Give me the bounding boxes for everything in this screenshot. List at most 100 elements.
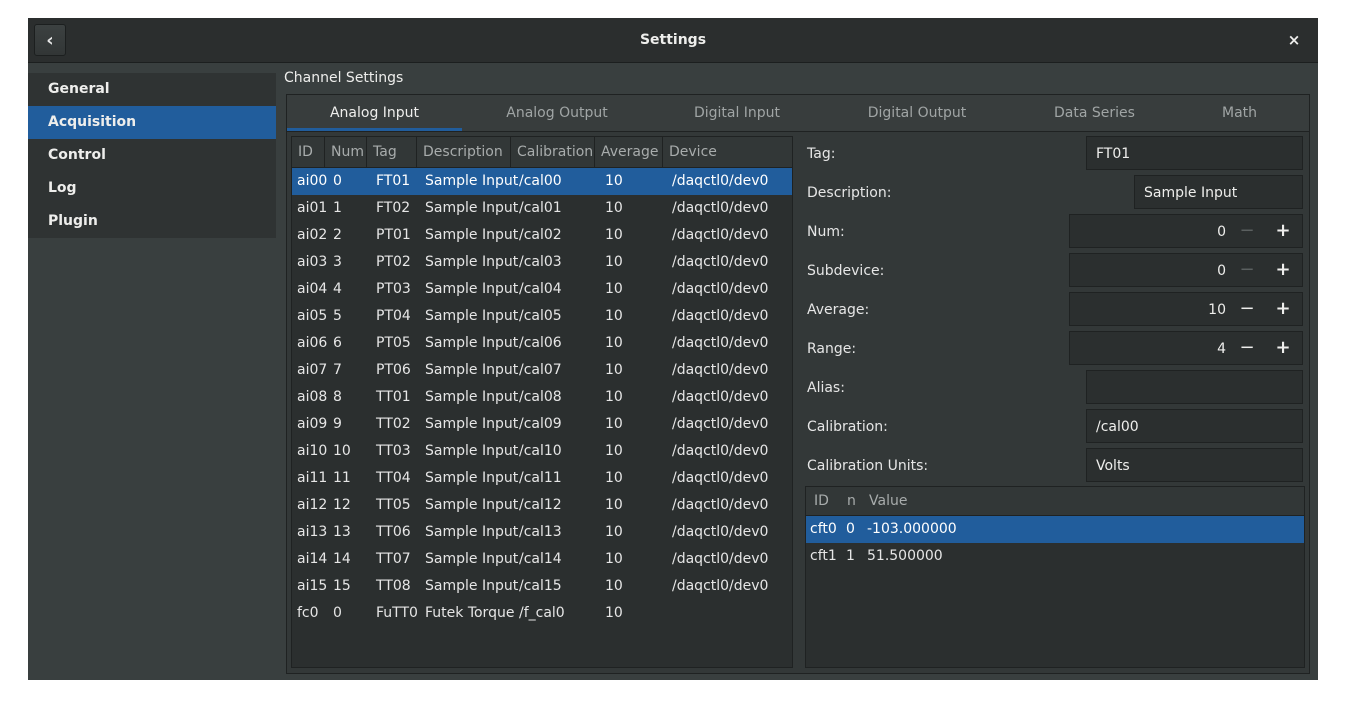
table-row[interactable]: ai09 9 TT02 Sample Input/cal09 10/daqctl0/de… bbox=[292, 411, 792, 438]
range-decrement-button[interactable]: − bbox=[1236, 332, 1258, 364]
cell-average: 10 bbox=[605, 497, 623, 513]
cal-column-header-value[interactable]: Value bbox=[869, 487, 907, 515]
num-value[interactable]: 0 bbox=[1217, 215, 1226, 249]
calibration-units-field[interactable]: Volts bbox=[1086, 448, 1303, 482]
cell-id: ai09 bbox=[297, 416, 328, 432]
sidebar-item-general[interactable]: General bbox=[28, 73, 276, 106]
cell-tag: TT01 bbox=[376, 389, 411, 405]
cell-id: ai12 bbox=[297, 497, 328, 513]
column-header-calibration[interactable]: Calibration bbox=[511, 137, 595, 167]
table-row[interactable]: ai06 6 PT05 Sample Input/cal06 10/daqctl0/de… bbox=[292, 330, 792, 357]
cell-device: /daqctl0/dev0 bbox=[672, 524, 769, 540]
num-spinner[interactable]: 0 − + bbox=[1069, 214, 1303, 248]
table-row[interactable]: ai04 4 PT03 Sample Input/cal04 10/daqctl0/de… bbox=[292, 276, 792, 303]
column-header-id[interactable]: ID bbox=[292, 137, 325, 167]
column-header-tag[interactable]: Tag bbox=[367, 137, 417, 167]
table-row[interactable]: ai11 11 TT04 Sample Input/cal11 10/daqctl0/d… bbox=[292, 465, 792, 492]
tab-digital-input[interactable]: Digital Input bbox=[652, 95, 822, 131]
cal-cell-value: 51.500000 bbox=[867, 548, 943, 564]
range-increment-button[interactable]: + bbox=[1272, 332, 1294, 364]
cell-description: Sample Input bbox=[425, 200, 519, 216]
cell-device: /daqctl0/dev0 bbox=[672, 578, 769, 594]
table-row[interactable]: ai00 0 FT01 Sample Input/cal00 10/daqctl0/de… bbox=[292, 168, 792, 195]
cell-description: Sample Input bbox=[425, 524, 519, 540]
num-decrement-button[interactable]: − bbox=[1236, 215, 1258, 247]
sidebar-item-acquisition[interactable]: Acquisition bbox=[28, 106, 276, 139]
range-spinner[interactable]: 4 − + bbox=[1069, 331, 1303, 365]
tab-analog-output[interactable]: Analog Output bbox=[462, 95, 652, 131]
cell-id: ai03 bbox=[297, 254, 328, 270]
tab-digital-output[interactable]: Digital Output bbox=[822, 95, 1012, 131]
tab-data-series[interactable]: Data Series bbox=[1012, 95, 1177, 131]
table-row[interactable]: ai12 12 TT05 Sample Input/cal12 10/daqctl0/d… bbox=[292, 492, 792, 519]
cell-average: 10 bbox=[605, 470, 623, 486]
list-item[interactable]: cft1 1 51.500000 bbox=[806, 543, 1304, 570]
average-value[interactable]: 10 bbox=[1208, 293, 1226, 327]
cell-calibration: /cal01 bbox=[519, 200, 562, 216]
average-decrement-button[interactable]: − bbox=[1236, 293, 1258, 325]
cell-num: 14 bbox=[333, 551, 351, 567]
range-value[interactable]: 4 bbox=[1217, 332, 1226, 366]
list-item[interactable]: cft0 0 -103.000000 bbox=[806, 516, 1304, 543]
table-row[interactable]: ai13 13 TT06 Sample Input/cal13 10/daqctl0/d… bbox=[292, 519, 792, 546]
sidebar-item-plugin[interactable]: Plugin bbox=[28, 205, 276, 238]
table-row[interactable]: ai10 10 TT03 Sample Input/cal10 10/daqctl0/d… bbox=[292, 438, 792, 465]
num-increment-button[interactable]: + bbox=[1272, 215, 1294, 247]
num-label: Num: bbox=[807, 224, 845, 240]
tab-analog-input[interactable]: Analog Input bbox=[287, 95, 462, 131]
column-header-description[interactable]: Description bbox=[417, 137, 511, 167]
cell-description: Sample Input bbox=[425, 578, 519, 594]
alias-field[interactable] bbox=[1086, 370, 1303, 404]
cell-device: /daqctl0/dev0 bbox=[672, 281, 769, 297]
subdevice-decrement-button[interactable]: − bbox=[1236, 254, 1258, 286]
titlebar: ‹ Settings × bbox=[28, 18, 1318, 63]
description-field[interactable]: Sample Input bbox=[1134, 175, 1303, 209]
cell-tag: FT01 bbox=[376, 173, 411, 189]
cell-calibration: /cal00 bbox=[519, 173, 562, 189]
table-row[interactable]: ai05 5 PT04 Sample Input/cal05 10/daqctl0/de… bbox=[292, 303, 792, 330]
close-button[interactable]: × bbox=[1284, 30, 1304, 50]
cell-num: 12 bbox=[333, 497, 351, 513]
sidebar-item-log[interactable]: Log bbox=[28, 172, 276, 205]
table-row[interactable]: ai03 3 PT02 Sample Input/cal03 10/daqctl0/de… bbox=[292, 249, 792, 276]
table-row[interactable]: ai08 8 TT01 Sample Input/cal08 10/daqctl0/de… bbox=[292, 384, 792, 411]
subdevice-spinner[interactable]: 0 − + bbox=[1069, 253, 1303, 287]
sidebar-item-control[interactable]: Control bbox=[28, 139, 276, 172]
cell-calibration: /cal04 bbox=[519, 281, 562, 297]
cell-description: Sample Input bbox=[425, 308, 519, 324]
cell-num: 0 bbox=[333, 605, 342, 621]
cell-average: 10 bbox=[605, 551, 623, 567]
calibration-field[interactable]: /cal00 bbox=[1086, 409, 1303, 443]
cell-id: ai04 bbox=[297, 281, 328, 297]
average-increment-button[interactable]: + bbox=[1272, 293, 1294, 325]
channel-table: ID Num Tag Description Calibration Avera… bbox=[291, 136, 793, 668]
cell-device: /daqctl0/dev0 bbox=[672, 470, 769, 486]
column-header-average[interactable]: Average bbox=[595, 137, 663, 167]
table-row[interactable]: ai01 1 FT02 Sample Input/cal01 10/daqctl0/de… bbox=[292, 195, 792, 222]
cell-average: 10 bbox=[605, 524, 623, 540]
cell-num: 11 bbox=[333, 470, 351, 486]
tab-bar: Analog Input Analog Output Digital Input… bbox=[287, 95, 1309, 132]
cell-description: Sample Input bbox=[425, 551, 519, 567]
table-row[interactable]: ai07 7 PT06 Sample Input/cal07 10/daqctl0/de… bbox=[292, 357, 792, 384]
cell-device: /daqctl0/dev0 bbox=[672, 173, 769, 189]
cal-column-header-n[interactable]: n bbox=[847, 487, 856, 515]
cell-id: ai11 bbox=[297, 470, 328, 486]
table-row[interactable]: fc0 0 FuTT0 Futek Torque/f_cal0 10 bbox=[292, 600, 792, 627]
cell-tag: PT06 bbox=[376, 362, 411, 378]
table-row[interactable]: ai15 15 TT08 Sample Input/cal15 10/daqctl0/d… bbox=[292, 573, 792, 600]
cell-description: Sample Input bbox=[425, 173, 519, 189]
column-header-num[interactable]: Num bbox=[325, 137, 367, 167]
cell-tag: PT03 bbox=[376, 281, 411, 297]
subdevice-value[interactable]: 0 bbox=[1217, 254, 1226, 288]
cal-column-header-id[interactable]: ID bbox=[814, 487, 829, 515]
table-row[interactable]: ai02 2 PT01 Sample Input/cal02 10/daqctl0/de… bbox=[292, 222, 792, 249]
average-spinner[interactable]: 10 − + bbox=[1069, 292, 1303, 326]
subdevice-increment-button[interactable]: + bbox=[1272, 254, 1294, 286]
tab-math[interactable]: Math bbox=[1177, 95, 1302, 131]
cell-id: ai14 bbox=[297, 551, 328, 567]
table-row[interactable]: ai14 14 TT07 Sample Input/cal14 10/daqctl0/d… bbox=[292, 546, 792, 573]
column-header-device[interactable]: Device bbox=[663, 137, 792, 167]
tag-field[interactable]: FT01 bbox=[1086, 136, 1303, 170]
cell-tag: TT04 bbox=[376, 470, 411, 486]
